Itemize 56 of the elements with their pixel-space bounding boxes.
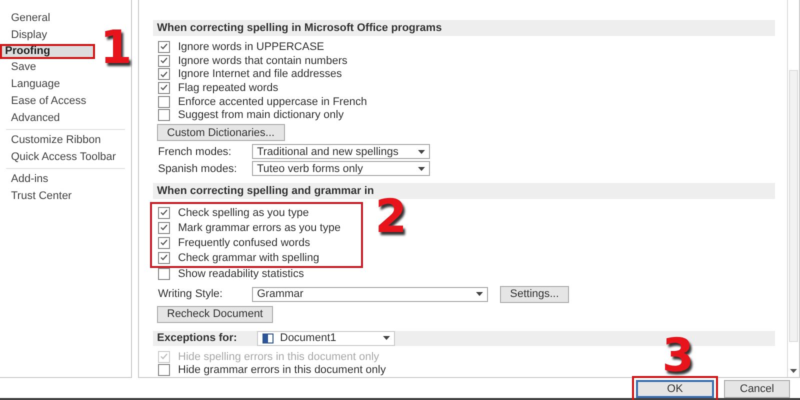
checkbox-label: Hide grammar errors in this document only (178, 364, 386, 376)
field-label: Spanish modes: (158, 162, 238, 175)
dropdown-field[interactable]: Traditional and new spellings (252, 144, 430, 160)
checkbox[interactable] (158, 236, 170, 249)
checkbox[interactable] (158, 364, 170, 376)
section-heading: When correcting spelling in Microsoft Office programs (153, 20, 775, 36)
checkbox[interactable] (158, 222, 170, 234)
checkbox[interactable] (158, 40, 170, 53)
checkbox[interactable] (158, 82, 170, 94)
annotation-number: 1 (100, 24, 132, 70)
sidebar-item[interactable]: Customize Ribbon (0, 132, 131, 149)
checkbox-label: Ignore words in UPPERCASE (178, 40, 324, 53)
sidebar-item[interactable]: Ease of Access (0, 93, 131, 110)
checkbox-label: Ignore words that contain numbers (178, 54, 348, 66)
annotation-number: 3 (662, 332, 694, 378)
document-icon (262, 332, 274, 344)
checkbox-label: Check spelling as you type (178, 206, 309, 219)
dropdown-field[interactable]: Document1 (257, 330, 395, 346)
scrollbar-thumb[interactable] (789, 70, 798, 342)
checkbox[interactable] (158, 109, 170, 122)
checkbox-label: Frequently confused words (178, 236, 310, 249)
sidebar-item[interactable]: Language (0, 76, 131, 93)
checkbox-label: Show readability statistics (178, 268, 304, 280)
checkbox[interactable] (158, 96, 170, 108)
dropdown-arrow-icon (418, 166, 425, 171)
checkbox-label: Mark grammar errors as you type (178, 222, 341, 234)
dropdown-field[interactable]: Grammar (252, 286, 488, 302)
dialog-button[interactable]: Custom Dictionaries... (157, 124, 285, 142)
sidebar-item[interactable]: Add-ins (0, 171, 131, 188)
dropdown-arrow-icon (383, 336, 390, 340)
field-label: Writing Style: (158, 288, 224, 300)
checkbox[interactable] (158, 206, 170, 219)
sidebar-item[interactable]: Quick Access Toolbar (0, 149, 131, 166)
dropdown-arrow-icon (418, 150, 425, 154)
checkbox[interactable] (158, 54, 170, 66)
checkbox-label: Flag repeated words (178, 82, 278, 94)
checkbox-label: Ignore Internet and file addresses (178, 68, 342, 80)
dialog-button[interactable]: Recheck Document (157, 306, 273, 323)
dropdown-arrow-icon (476, 292, 483, 296)
field-label: French modes: (158, 146, 232, 158)
sidebar-item[interactable]: Trust Center (0, 188, 131, 205)
checkbox-label: Hide spelling errors in this document only (178, 350, 380, 363)
checkbox[interactable] (158, 268, 170, 280)
sidebar-item[interactable]: General (0, 10, 131, 27)
checkbox-label: Check grammar with spelling (178, 252, 320, 264)
dialog-button[interactable]: Settings... (500, 286, 569, 303)
scroll-down-icon[interactable] (790, 369, 797, 373)
checkbox[interactable] (158, 252, 170, 264)
dropdown-field[interactable]: Tuteo verb forms only (252, 161, 430, 176)
sidebar-item[interactable]: Proofing (0, 44, 95, 59)
checkbox-label: Enforce accented uppercase in French (178, 96, 367, 108)
checkbox-label: Suggest from main dictionary only (178, 109, 344, 122)
dialog-button[interactable]: Cancel (724, 380, 790, 398)
section-heading: Exceptions for: (157, 332, 238, 344)
checkbox[interactable] (158, 68, 170, 80)
sidebar-item[interactable]: Advanced (0, 110, 131, 127)
